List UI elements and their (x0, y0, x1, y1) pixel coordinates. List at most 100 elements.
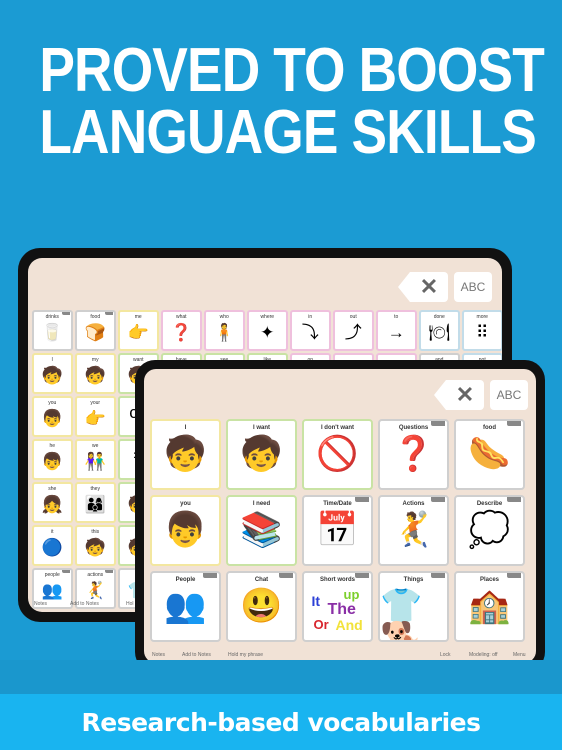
vocab-button-they[interactable]: they 👨‍👩‍👦 (75, 482, 116, 523)
vocab-button-i[interactable]: I 🧒 (150, 419, 221, 490)
symbol-i-need-icon: 📚 (240, 511, 283, 549)
vocab-button-questions[interactable]: Questions ❓ (378, 419, 449, 490)
footer-lock[interactable]: Lock (440, 652, 451, 658)
close-icon: ✕ (419, 274, 439, 299)
vocab-button-done[interactable]: done 🍽 (419, 310, 460, 351)
keyboard-abc-button[interactable]: ABC (454, 272, 492, 302)
vocab-button-more[interactable]: more ⠿ (462, 310, 502, 351)
vocab-button-in[interactable]: in ⤵ (290, 310, 331, 351)
vocab-button-this[interactable]: this 🧒 (75, 525, 116, 566)
headline: PROVED TO BOOST LANGUAGE SKILLS (39, 40, 544, 164)
vocab-button-we[interactable]: we 👫 (75, 439, 116, 480)
keyboard-abc-button[interactable]: ABC (490, 380, 528, 410)
vocab-label: actions (87, 572, 104, 578)
vocab-label: drinks (45, 314, 59, 320)
vocab-label: want (132, 357, 144, 363)
vocab-label: food (90, 314, 101, 320)
vocab-button-it[interactable]: it 🔵 (32, 525, 73, 566)
vocab-label: they (90, 486, 100, 492)
symbol-more-icon: ⠿ (476, 323, 489, 342)
symbol-your-icon: 👉 (84, 409, 106, 428)
front-tablet-screen: ✕ ABC I 🧒 I want 🧒 I don't want 🚫 Questions ❓ fo… (144, 369, 536, 663)
vocab-label: this (91, 529, 100, 535)
vocab-button-describe[interactable]: Describe 💭 (454, 495, 525, 566)
vocab-button-to[interactable]: to → (376, 310, 417, 351)
symbol-in-icon: ⤵ (301, 323, 319, 342)
footer-hold-phrase[interactable]: Hold my phrase (228, 652, 263, 658)
vocab-label: it (51, 529, 54, 535)
vocab-label: you (48, 400, 57, 406)
footer-hold-phrase[interactable]: Hol (126, 601, 134, 607)
vocab-button-i-need[interactable]: I need 📚 (226, 495, 297, 566)
vocab-button-who[interactable]: who 🧍 (204, 310, 245, 351)
front-tablet: ✕ ABC I 🧒 I want 🧒 I don't want 🚫 Questions ❓ fo… (135, 360, 545, 672)
vocab-label: food (483, 425, 496, 431)
vocab-button-your[interactable]: your 👉 (75, 396, 116, 437)
vocab-button-short-words[interactable]: Short words It up The Or And (302, 571, 373, 642)
symbol-things-icon: 👕🐕🚗 (380, 587, 423, 642)
vocab-button-i-want[interactable]: I want 🧒 (226, 419, 297, 490)
vocab-button-time-date[interactable]: Time/Date 📅 (302, 495, 373, 566)
footer-add-to-notes[interactable]: Add to Notes (182, 652, 211, 658)
vocab-button-she[interactable]: she 👧 (32, 482, 73, 523)
vocab-label: more (476, 314, 488, 320)
vocab-button-where[interactable]: where ✦ (247, 310, 288, 351)
symbol-actions-icon: 🤾 (392, 511, 435, 549)
vocab-button-things[interactable]: Things 👕🐕🚗 (378, 571, 449, 642)
symbol-where-icon: ✦ (260, 323, 275, 342)
vocab-label: people (44, 572, 60, 578)
tagline: Research-based vocabularies (81, 707, 481, 737)
vocab-button-he[interactable]: he 👦 (32, 439, 73, 480)
vocab-button-i[interactable]: I 🧒 (32, 353, 73, 394)
vocab-label: he (49, 443, 56, 449)
vocab-button-you[interactable]: you 👦 (150, 495, 221, 566)
footer-notes[interactable]: Notes (34, 601, 47, 607)
symbol-time-date-icon: 📅 (316, 511, 359, 549)
vocab-label: I (184, 425, 187, 431)
symbol-food-icon: 🌭 (468, 435, 511, 473)
footer-notes[interactable]: Notes (152, 652, 165, 658)
vocab-button-actions[interactable]: Actions 🤾 (378, 495, 449, 566)
vocab-label: done (433, 314, 445, 320)
symbol-he-icon: 👦 (41, 452, 63, 471)
symbol-me-icon: 👉 (127, 323, 149, 342)
symbol-my-icon: 🧒 (84, 366, 106, 385)
vocab-label: Chat (254, 577, 269, 583)
symbol-we-icon: 👫 (84, 452, 106, 471)
symbol-who-icon: 🧍 (213, 323, 235, 342)
symbol-you-icon: 👦 (164, 511, 207, 549)
vocab-label: People (175, 577, 196, 583)
short-word: Or (313, 617, 329, 632)
footer-menu[interactable]: Menu (513, 652, 526, 658)
vocab-button-out[interactable]: out ⤴ (333, 310, 374, 351)
vocab-label: Describe (476, 501, 503, 507)
backspace-button[interactable]: ✕ (434, 380, 484, 410)
vocab-button-you[interactable]: you 👦 (32, 396, 73, 437)
vocab-button-food[interactable]: food 🌭 (454, 419, 525, 490)
vocab-label: Short words (319, 577, 355, 583)
vocab-button-food[interactable]: food 🍞 (75, 310, 116, 351)
short-word: up (343, 587, 360, 602)
footer-modeling[interactable]: Modeling: off (469, 652, 498, 658)
backspace-button[interactable]: ✕ (398, 272, 448, 302)
symbol-food-icon: 🍞 (84, 323, 106, 342)
vocab-label: I don't want (320, 425, 355, 431)
vocab-label: Time/Date (323, 501, 352, 507)
footer-add-to-notes[interactable]: Add to Notes (70, 601, 99, 607)
symbol-drinks-icon: 🥛 (41, 323, 63, 342)
vocab-label: me (134, 314, 142, 320)
vocab-label: she (48, 486, 57, 492)
vocab-label: your (90, 400, 101, 406)
vocab-button-my[interactable]: my 🧒 (75, 353, 116, 394)
vocab-button-what[interactable]: what ❓ (161, 310, 202, 351)
vocab-button-me[interactable]: me 👉 (118, 310, 159, 351)
short-words-image: It up The Or And (308, 587, 368, 635)
vocab-label: we (92, 443, 99, 449)
symbol-questions-icon: ❓ (392, 435, 435, 473)
vocab-button-i-don-t-want[interactable]: I don't want 🚫 (302, 419, 373, 490)
vocab-button-places[interactable]: Places 🏫 (454, 571, 525, 642)
vocab-button-chat[interactable]: Chat 😃 (226, 571, 297, 642)
vocab-label: my (91, 357, 99, 363)
vocab-button-drinks[interactable]: drinks 🥛 (32, 310, 73, 351)
vocab-button-people[interactable]: People 👥 (150, 571, 221, 642)
